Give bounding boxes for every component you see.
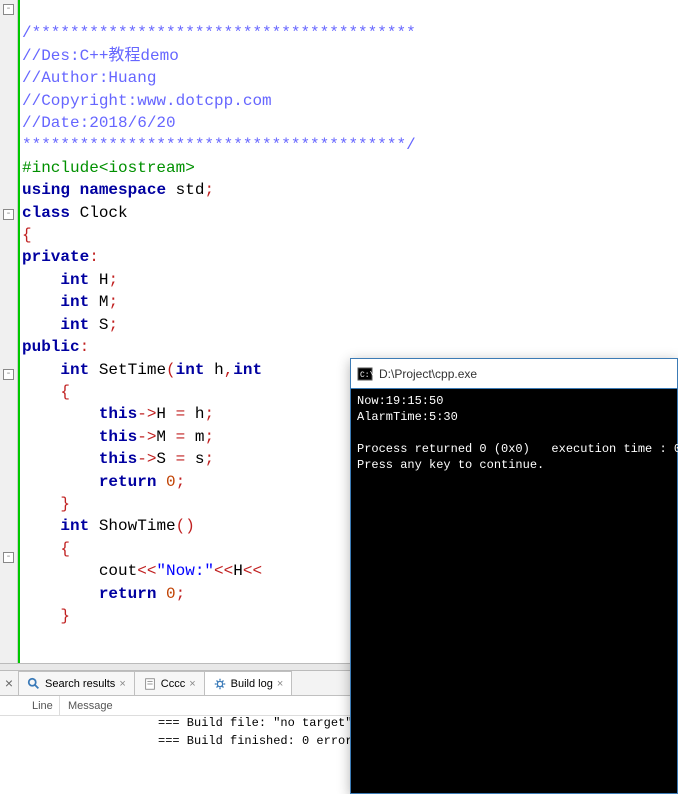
- keyword: int: [60, 316, 89, 334]
- identifier: M: [99, 293, 109, 311]
- comment: ****************************************…: [22, 136, 416, 154]
- tab-label: Cccc: [161, 678, 185, 690]
- identifier: std: [176, 181, 205, 199]
- console-line: Now:19:15:50: [357, 394, 443, 408]
- console-line: AlarmTime:5:30: [357, 410, 458, 424]
- fold-gutter: - - - -: [0, 0, 18, 663]
- param: h: [214, 361, 224, 379]
- console-line: Process returned 0 (0x0) execution time …: [357, 442, 678, 456]
- keyword: class: [22, 204, 70, 222]
- number: 0: [166, 473, 176, 491]
- console-window[interactable]: C:\ D:\Project\cpp.exe Now:19:15:50 Alar…: [350, 358, 678, 794]
- comment: /***************************************…: [22, 24, 416, 42]
- keyword: int: [60, 293, 89, 311]
- fold-toggle[interactable]: -: [3, 4, 14, 15]
- class-name: Clock: [80, 204, 128, 222]
- keyword: this: [99, 450, 137, 468]
- keyword: this: [99, 405, 137, 423]
- identifier: S: [99, 316, 109, 334]
- keyword: namespace: [80, 181, 166, 199]
- identifier: H: [99, 271, 109, 289]
- identifier: cout: [99, 562, 137, 580]
- string: "Now:": [156, 562, 214, 580]
- app-icon: C:\: [357, 366, 373, 382]
- tab-close-icon[interactable]: ×: [189, 678, 195, 690]
- method: ShowTime: [99, 517, 176, 535]
- number: 0: [166, 585, 176, 603]
- fold-toggle[interactable]: -: [3, 209, 14, 220]
- tab-close-icon[interactable]: ×: [119, 678, 125, 690]
- keyword: return: [99, 585, 157, 603]
- gear-icon: [213, 677, 227, 691]
- tab-close-icon[interactable]: ×: [277, 678, 283, 690]
- comment: //Copyright:www.dotcpp.com: [22, 92, 272, 110]
- col-message[interactable]: Message: [60, 696, 113, 715]
- keyword: int: [233, 361, 262, 379]
- keyword: int: [60, 271, 89, 289]
- console-line: Press any key to continue.: [357, 458, 544, 472]
- keyword: int: [176, 361, 205, 379]
- tab-build-log[interactable]: Build log ×: [204, 671, 293, 695]
- keyword: this: [99, 428, 137, 446]
- keyword: int: [60, 361, 89, 379]
- tab-label: Build log: [231, 678, 273, 690]
- comment: //Des:C++教程demo: [22, 47, 179, 65]
- keyword: public: [22, 338, 80, 356]
- fold-toggle[interactable]: -: [3, 552, 14, 563]
- col-line[interactable]: Line: [0, 696, 60, 715]
- comment: //Date:2018/6/20: [22, 114, 176, 132]
- keyword: using: [22, 181, 70, 199]
- preprocessor: #include: [22, 159, 99, 177]
- tab-cccc[interactable]: Cccc ×: [134, 671, 205, 695]
- svg-text:C:\: C:\: [360, 371, 373, 380]
- file-icon: [143, 677, 157, 691]
- keyword: return: [99, 473, 157, 491]
- keyword: int: [60, 517, 89, 535]
- keyword: private: [22, 248, 89, 266]
- tab-label: Search results: [45, 678, 115, 690]
- console-titlebar[interactable]: C:\ D:\Project\cpp.exe: [351, 359, 677, 389]
- close-panel-icon[interactable]: ×: [0, 671, 18, 696]
- comment: //Author:Huang: [22, 69, 156, 87]
- include-header: <iostream>: [99, 159, 195, 177]
- console-title: D:\Project\cpp.exe: [379, 367, 477, 381]
- search-icon: [27, 677, 41, 691]
- fold-toggle[interactable]: -: [3, 369, 14, 380]
- console-output[interactable]: Now:19:15:50 AlarmTime:5:30 Process retu…: [351, 389, 677, 477]
- method: SetTime: [99, 361, 166, 379]
- tab-search-results[interactable]: Search results ×: [18, 671, 135, 695]
